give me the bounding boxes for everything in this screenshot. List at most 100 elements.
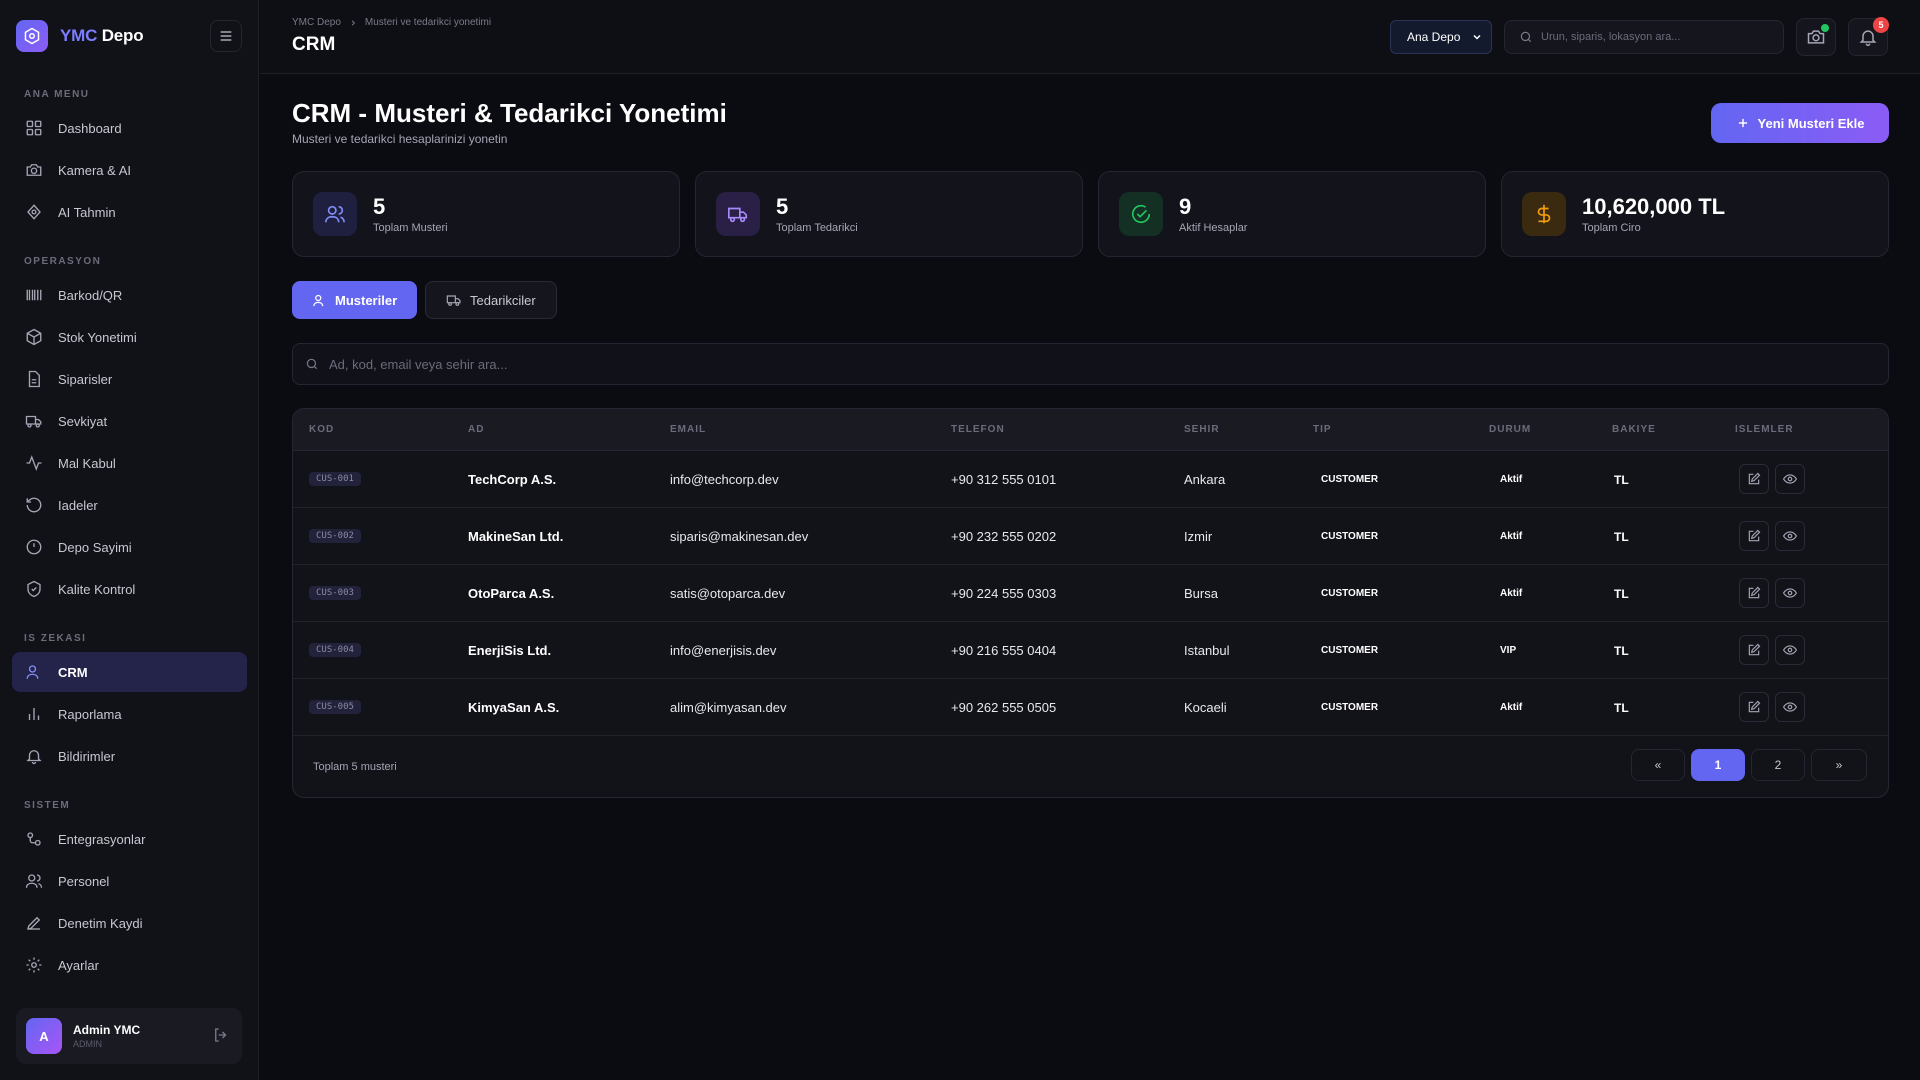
sidebar-item-denetim-kaydi[interactable]: Denetim Kaydi (12, 903, 247, 943)
clock-icon (24, 537, 44, 557)
table-search-input[interactable]: Ad, kod, email veya sehir ara... (292, 343, 1889, 385)
edit-button[interactable] (1739, 692, 1769, 722)
sidebar-item-sevkiyat[interactable]: Sevkiyat (12, 401, 247, 441)
edit-button[interactable] (1739, 521, 1769, 551)
sidebar-item-raporlama[interactable]: Raporlama (12, 694, 247, 734)
stat-label: Toplam Ciro (1582, 222, 1641, 234)
nav-section-title: OPERASYON (24, 256, 102, 267)
edit-button[interactable] (1739, 464, 1769, 494)
table-total: Toplam 5 musteri (313, 761, 397, 773)
sidebar-item-siparisler[interactable]: Siparisler (12, 359, 247, 399)
dollar-icon (1522, 192, 1566, 236)
notifications-button[interactable]: 5 (1848, 17, 1889, 56)
sidebar-item-stok[interactable]: Stok Yonetimi (12, 317, 247, 357)
customer-code: CUS-002 (309, 529, 361, 543)
sidebar-item-crm[interactable]: CRM (12, 652, 247, 692)
status-badge: Aktif (1500, 588, 1523, 599)
edit-button[interactable] (1739, 635, 1769, 665)
user-card[interactable]: A Admin YMC ADMIN (16, 1008, 242, 1064)
table-row[interactable]: CUS-003 OtoParca A.S. satis@otoparca.dev… (293, 565, 1888, 622)
type-badge: CUSTOMER (1321, 645, 1379, 656)
stat-card-suppliers: 5 Toplam Tedarikci (695, 171, 1083, 257)
pagination-prev[interactable]: « (1631, 749, 1685, 781)
box-icon (24, 327, 44, 347)
sidebar-item-label: Barkod/QR (58, 287, 123, 303)
sidebar-item-iadeler[interactable]: Iadeler (12, 485, 247, 525)
sidebar-item-dashboard[interactable]: Dashboard (12, 108, 247, 148)
pagination-page[interactable]: 2 (1751, 749, 1805, 781)
barcode-icon (24, 285, 44, 305)
page-subtitle: Musteri ve tedarikci hesaplarinizi yonet… (292, 132, 508, 146)
pagination-next[interactable]: » (1811, 749, 1867, 781)
people-icon (24, 871, 44, 891)
status-badge: Aktif (1500, 474, 1523, 485)
edit-button[interactable] (1739, 578, 1769, 608)
sidebar-item-barkod[interactable]: Barkod/QR (12, 275, 247, 315)
avatar: A (26, 1018, 62, 1054)
table-row[interactable]: CUS-005 KimyaSan A.S. alim@kimyasan.dev … (293, 679, 1888, 736)
sidebar-item-depo-sayimi[interactable]: Depo Sayimi (12, 527, 247, 567)
sidebar-item-bildirimler[interactable]: Bildirimler (12, 736, 247, 776)
edit-icon (1748, 700, 1761, 713)
logout-icon[interactable] (212, 1026, 230, 1044)
sidebar-item-camera[interactable]: Kamera & AI (12, 150, 247, 190)
sidebar-item-label: Stok Yonetimi (58, 329, 137, 345)
page-title: CRM - Musteri & Tedarikci Yonetimi (292, 98, 727, 128)
truck-icon (446, 292, 462, 308)
sidebar-item-ayarlar[interactable]: Ayarlar (12, 945, 247, 985)
view-button[interactable] (1775, 635, 1805, 665)
pagination-page[interactable]: 1 (1691, 749, 1745, 781)
table-row[interactable]: CUS-002 MakineSan Ltd. siparis@makinesan… (293, 508, 1888, 565)
sidebar-item-kalite-kontrol[interactable]: Kalite Kontrol (12, 569, 247, 609)
sidebar-item-label: Dashboard (58, 120, 122, 136)
global-search-placeholder: Urun, siparis, lokasyon ara... (1541, 31, 1681, 43)
ai-icon (24, 202, 44, 222)
column-header: AD (468, 424, 485, 435)
view-button[interactable] (1775, 521, 1805, 551)
menu-toggle-button[interactable] (210, 20, 242, 52)
sidebar-item-label: Kalite Kontrol (58, 581, 136, 597)
brand[interactable]: YMC Depo (16, 20, 144, 52)
customer-balance: TL (1614, 701, 1629, 715)
sidebar-item-entegrasyonlar[interactable]: Entegrasyonlar (12, 819, 247, 859)
eye-icon (1783, 531, 1797, 541)
tab-label: Tedarikciler (470, 292, 536, 308)
camera-button[interactable] (1796, 18, 1836, 56)
gear-icon (24, 955, 44, 975)
sidebar-item-label: Raporlama (58, 706, 122, 722)
customer-code: CUS-001 (309, 472, 361, 486)
global-search-input[interactable]: Urun, siparis, lokasyon ara... (1504, 20, 1784, 54)
warehouse-select[interactable]: Ana Depo (1390, 20, 1492, 54)
tab-customers[interactable]: Musteriler (292, 281, 418, 319)
edit-icon (1748, 586, 1761, 599)
nav-section-title: IS ZEKASI (24, 633, 87, 644)
add-customer-button[interactable]: Yeni Musteri Ekle (1711, 103, 1889, 143)
sidebar-item-label: Personel (58, 873, 110, 889)
customer-city: Ankara (1184, 472, 1226, 487)
status-badge: Aktif (1500, 702, 1523, 713)
breadcrumb-item[interactable]: YMC Depo (292, 17, 341, 28)
notification-badge: 5 (1873, 17, 1889, 33)
table-row[interactable]: CUS-001 TechCorp A.S. info@techcorp.dev … (293, 451, 1888, 508)
customer-email: siparis@makinesan.dev (670, 529, 809, 544)
type-badge: CUSTOMER (1321, 588, 1379, 599)
view-button[interactable] (1775, 578, 1805, 608)
customer-email: satis@otoparca.dev (670, 586, 786, 601)
tab-suppliers[interactable]: Tedarikciler (425, 281, 557, 319)
table-row[interactable]: CUS-004 EnerjiSis Ltd. info@enerjisis.de… (293, 622, 1888, 679)
stat-card-customers: 5 Toplam Musteri (292, 171, 680, 257)
breadcrumb-item: Musteri ve tedarikci yonetimi (364, 17, 492, 28)
sidebar-item-personel[interactable]: Personel (12, 861, 247, 901)
status-badge: Aktif (1500, 531, 1523, 542)
view-button[interactable] (1775, 464, 1805, 494)
return-icon (24, 495, 44, 515)
edit-icon (1748, 643, 1761, 656)
sidebar-item-label: Sevkiyat (58, 413, 108, 429)
stat-label: Toplam Musteri (373, 222, 448, 234)
sidebar-item-mal-kabul[interactable]: Mal Kabul (12, 443, 247, 483)
sidebar-item-ai-tahmin[interactable]: AI Tahmin (12, 192, 247, 232)
sidebar: YMC Depo ANA MENU Dashboard Kamera & AI … (0, 0, 259, 1080)
view-button[interactable] (1775, 692, 1805, 722)
eye-icon (1783, 474, 1797, 484)
user-role: ADMIN (73, 1039, 102, 1049)
